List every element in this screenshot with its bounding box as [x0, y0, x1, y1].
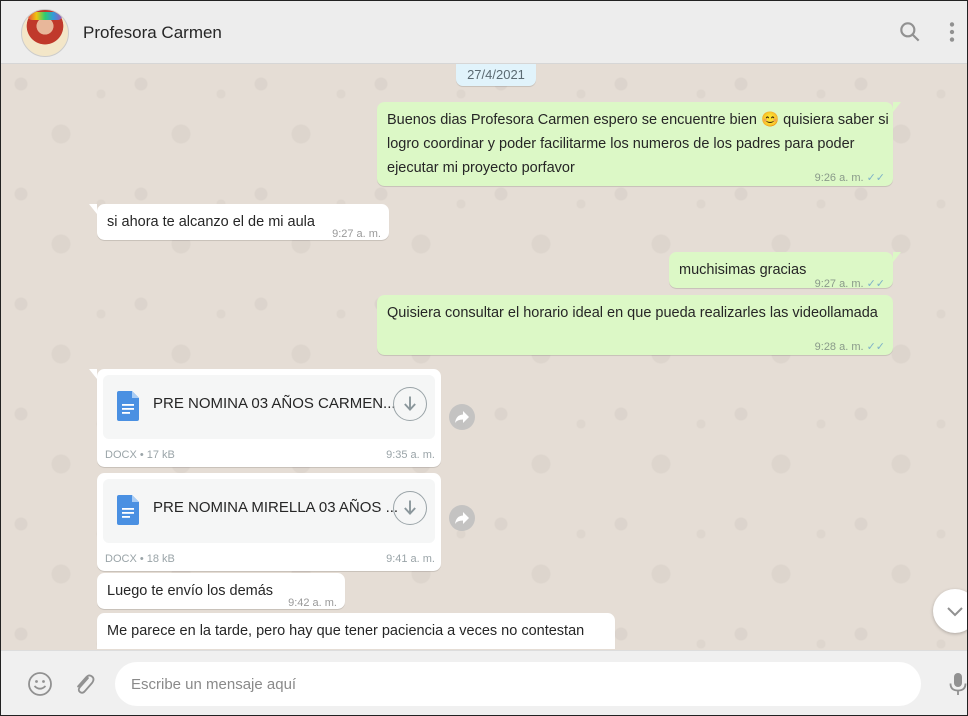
- message-text: Me parece en la tarde, pero hay que tene…: [107, 623, 585, 639]
- forward-icon[interactable]: [449, 505, 475, 531]
- menu-icon[interactable]: [939, 19, 965, 45]
- whatsapp-web-chat: Profesora Carmen 27/4/2021 Buenos dias P…: [0, 0, 968, 716]
- contact-name[interactable]: Profesora Carmen: [83, 23, 222, 43]
- incoming-message[interactable]: si ahora te alcanzo el de mi aula 9:27 a…: [89, 204, 389, 240]
- forward-icon[interactable]: [449, 404, 475, 430]
- message-time: 9:28 a. m.: [814, 341, 864, 353]
- incoming-message[interactable]: Me parece en la tarde, pero hay que tene…: [97, 613, 615, 649]
- message-time: 9:27 a. m.: [332, 228, 381, 240]
- message-time: 9:42 a. m.: [288, 597, 337, 609]
- document-message[interactable]: PRE NOMINA MIRELLA 03 AÑOS ... DOCX • 18…: [97, 473, 441, 571]
- compose-bar: [1, 650, 968, 715]
- chat-header: Profesora Carmen: [1, 1, 967, 64]
- emoji-icon[interactable]: [27, 671, 53, 697]
- message-time: 9:27 a. m.: [814, 278, 864, 290]
- document-preview[interactable]: PRE NOMINA 03 AÑOS CARMEN...: [103, 375, 435, 439]
- download-icon[interactable]: [393, 387, 427, 421]
- scroll-down-button[interactable]: [933, 589, 967, 633]
- incoming-message[interactable]: Luego te envío los demás 9:42 a. m.: [97, 573, 345, 609]
- mic-icon[interactable]: [945, 671, 968, 697]
- document-info: DOCX • 17 kB: [105, 449, 175, 461]
- message-time: 9:26 a. m.: [814, 172, 864, 184]
- message-text: muchisimas gracias: [679, 262, 807, 278]
- outgoing-message[interactable]: muchisimas gracias 9:27 a. m. ✓✓: [669, 252, 901, 290]
- chat-panel[interactable]: 27/4/2021 Buenos dias Profesora Carmen e…: [1, 64, 967, 649]
- download-icon[interactable]: [393, 491, 427, 525]
- document-message[interactable]: PRE NOMINA 03 AÑOS CARMEN... DOCX • 17 k…: [89, 369, 441, 467]
- read-ticks-icon: ✓✓: [866, 172, 885, 184]
- message-text: Quisiera consultar el horario ideal en q…: [387, 305, 878, 321]
- document-info: DOCX • 18 kB: [105, 553, 175, 565]
- message-line: ejecutar mi proyecto porfavor: [387, 160, 575, 176]
- date-chip: 27/4/2021: [456, 64, 536, 86]
- document-name: PRE NOMINA 03 AÑOS CARMEN...: [153, 395, 396, 412]
- read-ticks-icon: ✓✓: [866, 278, 885, 290]
- message-line: Buenos dias Profesora Carmen espero se e…: [387, 112, 889, 128]
- message-text: Luego te envío los demás: [107, 583, 274, 599]
- search-icon[interactable]: [897, 19, 923, 45]
- message-line: logro coordinar y poder facilitarme los …: [387, 136, 855, 152]
- read-ticks-icon: ✓✓: [866, 341, 885, 353]
- docx-file-icon: [117, 495, 139, 525]
- outgoing-message[interactable]: Buenos dias Profesora Carmen espero se e…: [377, 102, 901, 186]
- outgoing-message[interactable]: Quisiera consultar el horario ideal en q…: [377, 295, 893, 355]
- attach-icon[interactable]: [71, 671, 97, 697]
- message-time: 9:35 a. m.: [386, 449, 435, 461]
- docx-file-icon: [117, 391, 139, 421]
- document-preview[interactable]: PRE NOMINA MIRELLA 03 AÑOS ...: [103, 479, 435, 543]
- document-name: PRE NOMINA MIRELLA 03 AÑOS ...: [153, 499, 399, 516]
- message-input[interactable]: [115, 662, 921, 706]
- message-text: si ahora te alcanzo el de mi aula: [107, 214, 315, 230]
- contact-avatar[interactable]: [21, 9, 69, 57]
- message-time: 9:41 a. m.: [386, 553, 435, 565]
